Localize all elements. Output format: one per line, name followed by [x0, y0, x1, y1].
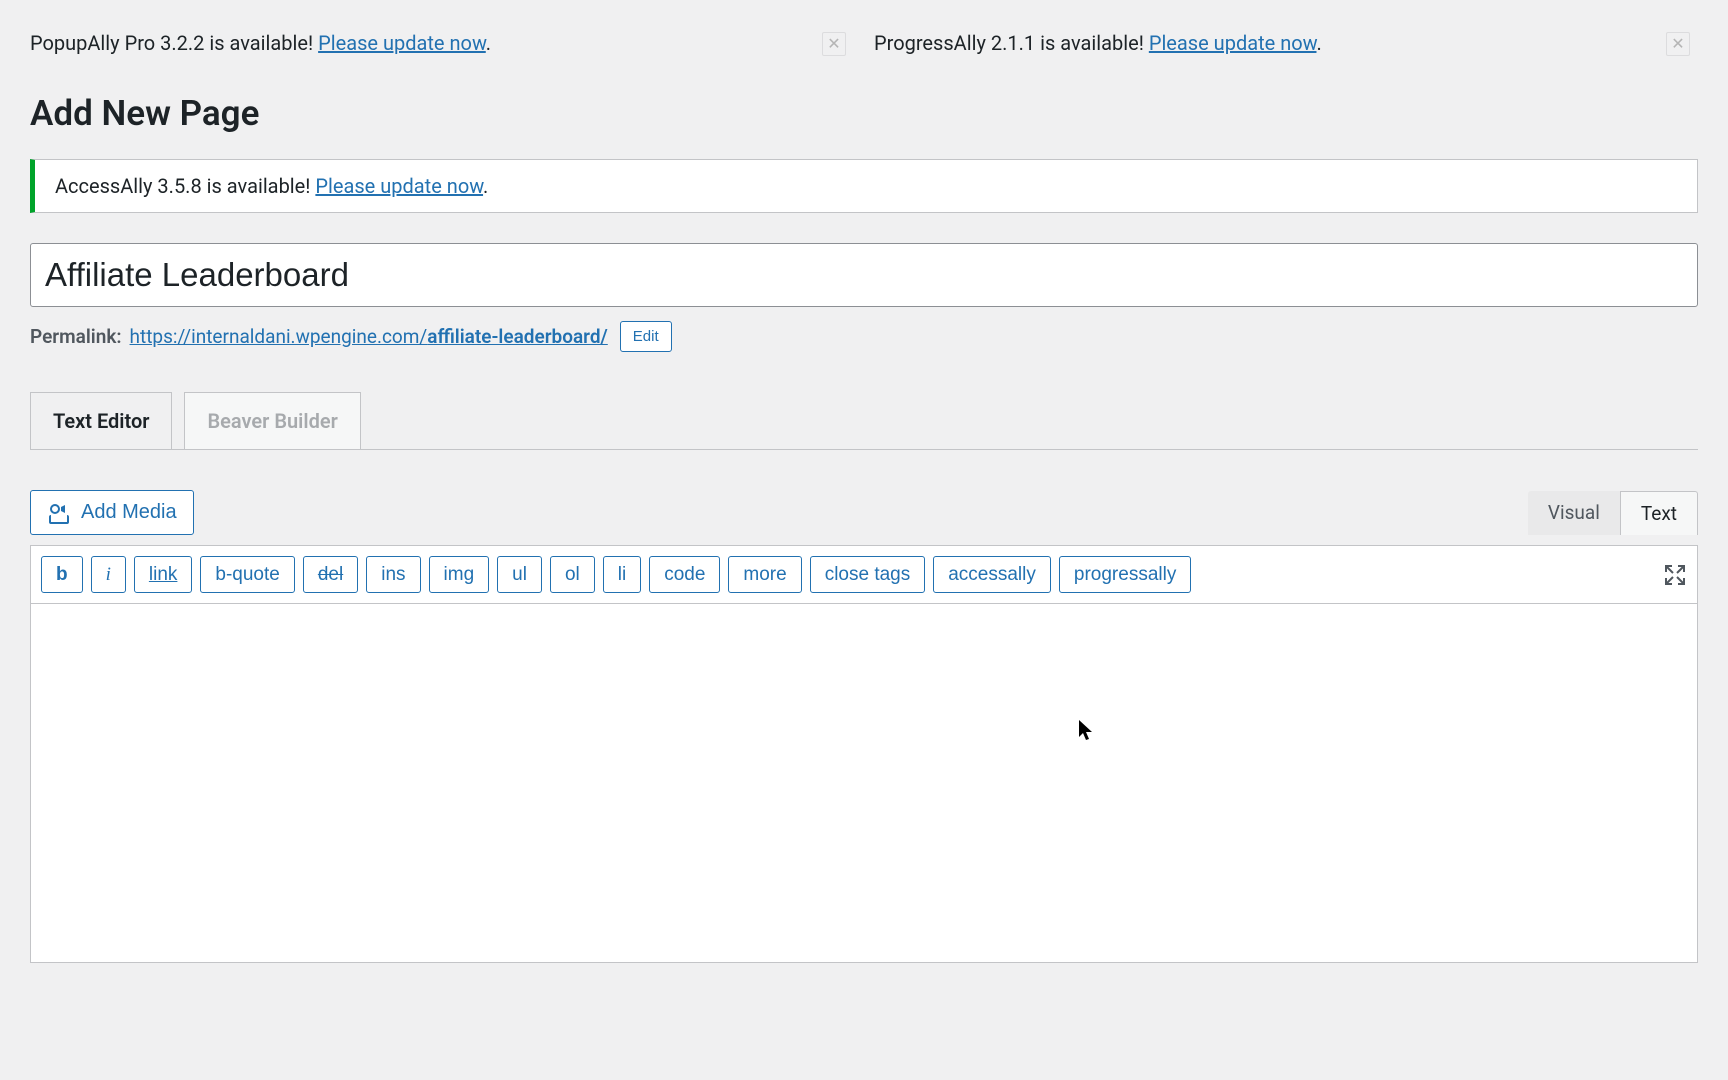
update-link[interactable]: Please update now [1149, 31, 1317, 55]
tab-text[interactable]: Text [1620, 491, 1698, 535]
close-icon[interactable]: ✕ [822, 32, 846, 56]
close-icon[interactable]: ✕ [1666, 32, 1690, 56]
fullscreen-icon[interactable] [1663, 563, 1687, 587]
tab-beaver-builder[interactable]: Beaver Builder [184, 392, 360, 449]
quicktag-ins[interactable]: ins [366, 556, 420, 593]
quicktag-close-tags[interactable]: close tags [810, 556, 926, 593]
add-media-button[interactable]: Add Media [30, 490, 194, 535]
notice-text: ProgressAlly 2.1.1 is available! [874, 31, 1149, 55]
update-link[interactable]: Please update now [315, 174, 483, 198]
quicktag-i[interactable]: i [91, 556, 126, 593]
quicktag-progressally[interactable]: progressally [1059, 556, 1191, 593]
page-title-input[interactable] [30, 243, 1698, 307]
notice-progressally: ProgressAlly 2.1.1 is available! Please … [874, 28, 1698, 58]
tab-visual[interactable]: Visual [1528, 491, 1620, 535]
quicktag-li[interactable]: li [603, 556, 641, 593]
quicktag-b[interactable]: b [41, 556, 83, 593]
editor-mode-tabs: Text Editor Beaver Builder [30, 392, 1698, 450]
quicktag-img[interactable]: img [429, 556, 490, 593]
quicktag-del[interactable]: del [303, 556, 358, 593]
quicktag-code[interactable]: code [649, 556, 720, 593]
quicktag-accessally[interactable]: accessally [933, 556, 1051, 593]
quicktag-ul[interactable]: ul [497, 556, 542, 593]
notice-text: PopupAlly Pro 3.2.2 is available! [30, 31, 318, 55]
quicktag-more[interactable]: more [728, 556, 801, 593]
content-editor[interactable] [30, 603, 1698, 963]
update-link[interactable]: Please update now [318, 31, 486, 55]
permalink-row: Permalink: https://internaldani.wpengine… [30, 321, 1698, 352]
quicktag-ol[interactable]: ol [550, 556, 595, 593]
quicktag-b-quote[interactable]: b-quote [200, 556, 294, 593]
edit-permalink-button[interactable]: Edit [620, 321, 672, 352]
media-icon [47, 502, 71, 524]
tab-text-editor[interactable]: Text Editor [30, 392, 172, 449]
permalink-link[interactable]: https://internaldani.wpengine.com/affili… [130, 325, 608, 348]
permalink-label: Permalink: [30, 325, 122, 348]
notice-text: AccessAlly 3.5.8 is available! [55, 174, 315, 198]
notice-popupally: PopupAlly Pro 3.2.2 is available! Please… [30, 28, 854, 58]
quicktag-link[interactable]: link [134, 556, 193, 593]
quicktags-toolbar: bilinkb-quotedelinsimgulollicodemoreclos… [30, 545, 1698, 603]
content-mode-tabs: Visual Text [1528, 491, 1698, 535]
page-heading: Add New Page [30, 93, 1698, 134]
notice-accessally: AccessAlly 3.5.8 is available! Please up… [30, 159, 1698, 213]
